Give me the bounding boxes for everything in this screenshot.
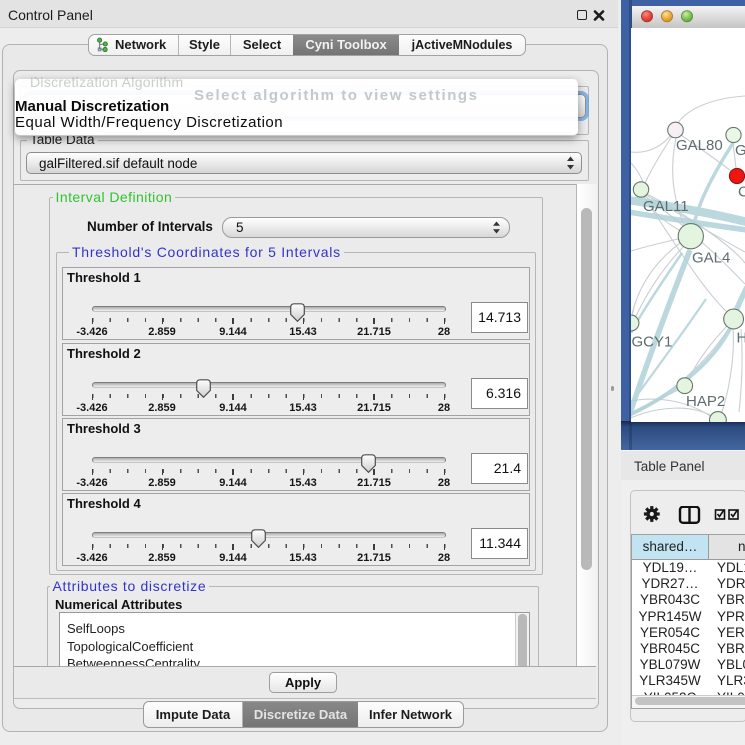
svg-text:HAP2: HAP2 [686, 393, 725, 410]
svg-text:GAL80: GAL80 [676, 137, 723, 154]
svg-text:C: C [738, 184, 745, 201]
svg-text:GA: GA [735, 142, 745, 159]
svg-text:H: H [737, 330, 745, 347]
svg-text:GAL4: GAL4 [692, 250, 730, 267]
svg-text:GAL11: GAL11 [643, 198, 689, 215]
svg-text:GCY1: GCY1 [632, 334, 673, 351]
